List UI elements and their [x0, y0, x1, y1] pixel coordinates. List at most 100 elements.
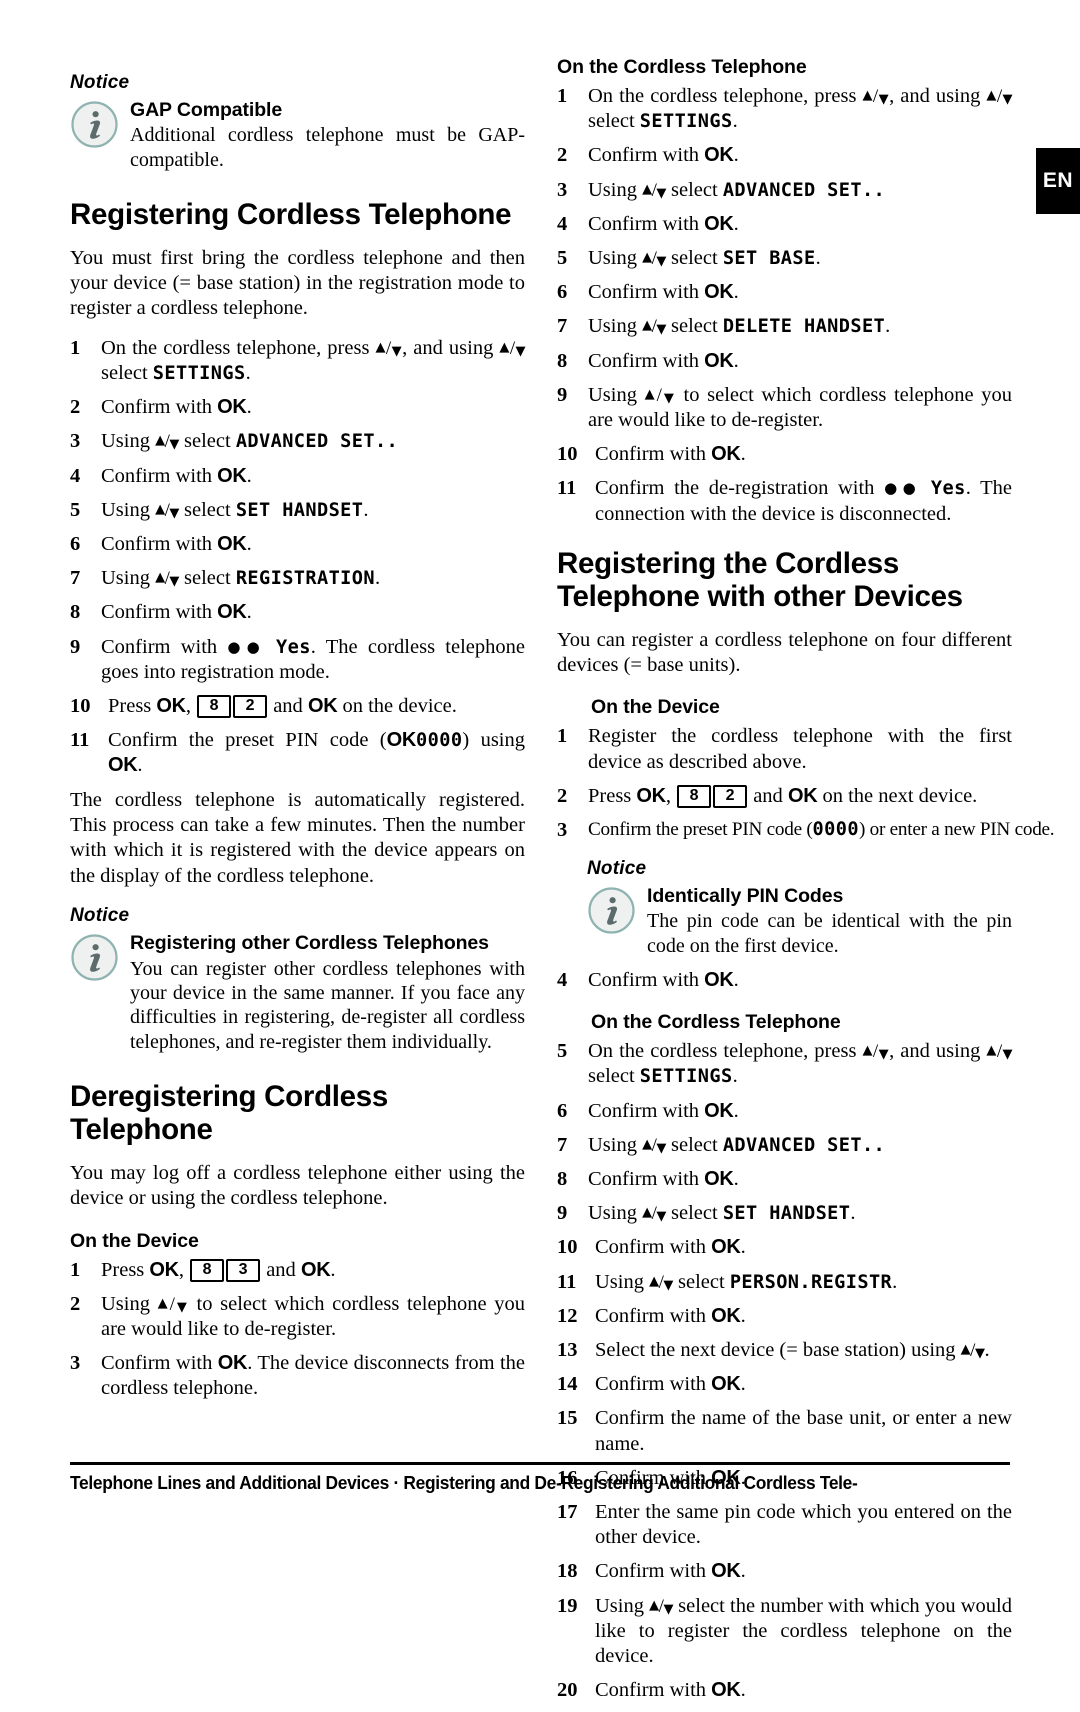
step-text: Confirm the preset PIN code (0000) or en…	[588, 818, 1055, 840]
step-item: 3 Using ▲/▼ select ADVANCED SET..	[70, 429, 525, 454]
step-item: 4 Confirm with OK.	[70, 464, 525, 489]
step-number: 7	[557, 315, 568, 338]
step-text: Confirm with OK.	[101, 464, 252, 487]
arrow-up-down-icon: ▲/▼	[155, 568, 179, 590]
step-item: 1 On the cordless telephone, press ▲/▼, a…	[70, 336, 526, 386]
step-text: Confirm with OK.	[595, 1304, 746, 1327]
arrow-up-down-icon: ▲/▼	[862, 1041, 890, 1063]
step-item: 1 On the cordless telephone, press ▲/▼, a…	[557, 84, 1013, 134]
ok-key-label: OK	[704, 349, 734, 372]
step-item: 17 Enter the same pin code which you ente…	[557, 1500, 1012, 1550]
soft-key-dots-icon: ●●	[884, 479, 922, 498]
step-item: 10 Press OK, 82 and OK on the device.	[70, 694, 525, 719]
step-number: 3	[557, 818, 568, 841]
step-text: Using ▲/▼ to select which cordless telep…	[588, 383, 1013, 432]
step-number: 18	[557, 1560, 578, 1583]
display-menu-text: ADVANCED SET..	[722, 1134, 886, 1156]
step-number: 2	[557, 784, 568, 807]
step-text: Using ▲/▼ select ADVANCED SET..	[588, 178, 886, 201]
step-item: 5 Using ▲/▼ select SET BASE.	[557, 246, 1012, 271]
display-menu-text: ADVANCED SET..	[722, 179, 886, 201]
step-number: 1	[70, 1258, 81, 1281]
display-menu-text: PERSON.REGISTR	[729, 1271, 893, 1293]
notice-label: Notice	[587, 857, 647, 879]
step-number: 5	[557, 1040, 568, 1063]
arrow-up-down-icon: ▲/▼	[649, 1271, 673, 1293]
notice-text: Registering other Cordless Telephones Yo…	[130, 931, 525, 1054]
step-text: Confirm the de-registration with ●● Yes.…	[595, 477, 1012, 525]
arrow-up-down-icon: ▲/▼	[155, 431, 179, 453]
step-text: Confirm with ●● Yes. The cordless teleph…	[101, 635, 525, 683]
display-menu-text: SETTINGS	[639, 1066, 733, 1088]
step-number: 10	[70, 694, 91, 717]
ok-key-label: OK	[711, 1373, 741, 1396]
step-item: 7 Using ▲/▼ select DELETE HANDSET.	[557, 314, 1012, 339]
step-text: Register the cordless telephone with the…	[588, 725, 1012, 773]
step-number: 14	[557, 1373, 578, 1396]
notice-registering-other-telephones: Notice Registering other Cordless Teleph…	[70, 905, 525, 1054]
notice-text: GAP Compatible Additional cordless telep…	[130, 98, 525, 172]
ok-key-label: OK	[636, 784, 666, 807]
step-text: Confirm with OK.	[101, 396, 252, 419]
step-text: Confirm with OK.	[101, 532, 252, 555]
step-item: 9 Using ▲/▼ select SET HANDSET.	[557, 1201, 1012, 1226]
step-item: 10 Confirm with OK.	[557, 442, 1012, 467]
steps-registering: 1 On the cordless telephone, press ▲/▼, a…	[70, 336, 526, 779]
ok-key-label: OK	[704, 1099, 734, 1122]
step-item: 11 Confirm the preset PIN code (OK0000) u…	[70, 728, 525, 778]
info-icon	[587, 886, 636, 935]
step-number: 11	[70, 729, 90, 752]
page-footer: Telephone Lines and Additional Devices ·…	[70, 1462, 1010, 1494]
left-column: Notice GAP Compatible Additional cordles…	[70, 56, 526, 1411]
step-number: 2	[557, 144, 568, 167]
step-item: 3 Using ▲/▼ select ADVANCED SET..	[557, 178, 1012, 203]
step-item: 12 Confirm with OK.	[557, 1304, 1012, 1329]
notice-paragraph: The pin code can be identical with the p…	[647, 910, 1012, 957]
notice-label: Notice	[70, 72, 130, 93]
step-item: 6 Confirm with OK.	[557, 1099, 1012, 1124]
ok-key-label: OK	[217, 532, 247, 555]
step-text: Using ▲/▼ select the number with which y…	[595, 1594, 1012, 1668]
ok-key-label: OK	[711, 1304, 741, 1327]
notice-text: Identically PIN Codes The pin code can b…	[647, 884, 1012, 958]
arrow-up-down-icon: ▲/▼	[960, 1339, 985, 1361]
steps-final: 5 On the cordless telephone, press ▲/▼, a…	[557, 1039, 1013, 1703]
display-menu-text: SET BASE	[722, 248, 816, 270]
step-text: Using ▲/▼ select SET BASE.	[588, 247, 821, 270]
step-number: 6	[557, 1099, 568, 1122]
keycap-8: 8	[190, 1258, 225, 1282]
step-item: 1 Register the cordless telephone with th…	[557, 724, 1012, 774]
step-number: 13	[557, 1338, 578, 1361]
step-item: 2 Confirm with OK.	[557, 143, 1012, 168]
ok-key-label: OK	[711, 1679, 741, 1702]
arrow-up-down-icon: ▲/▼	[642, 248, 666, 270]
arrow-up-down-icon: ▲/▼	[642, 1203, 666, 1225]
keycap-2: 2	[713, 784, 748, 808]
keycap-3: 3	[226, 1258, 261, 1282]
notice-body: Registering other Cordless Telephones Yo…	[70, 931, 525, 1054]
footer-rule	[70, 1462, 1010, 1465]
heading-registering-with-other-devices: Registering the Cordless Telephone with …	[557, 546, 963, 614]
heading-registering-cordless-telephone: Registering Cordless Telephone	[70, 198, 512, 232]
keycap-8: 8	[197, 694, 232, 718]
arrow-up-down-icon: ▲/▼	[375, 337, 403, 359]
step-item: 5 Using ▲/▼ select SET HANDSET.	[70, 498, 525, 523]
subheading-on-the-device: On the Device	[70, 1229, 199, 1252]
step-text: Confirm the name of the base unit, or en…	[595, 1407, 1012, 1455]
step-item: 7 Using ▲/▼ select REGISTRATION.	[70, 566, 525, 591]
step-number: 2	[70, 1292, 81, 1315]
step-text: Confirm with OK.	[588, 212, 739, 235]
info-icon	[70, 100, 119, 149]
step-text: Confirm with OK.	[101, 601, 252, 624]
step-item: 6 Confirm with OK.	[557, 280, 1012, 305]
ok-key-label: OK	[217, 396, 247, 419]
step-number: 4	[557, 968, 568, 991]
intro-paragraph: You must first bring the cordless teleph…	[70, 246, 525, 320]
step-text: On the cordless telephone, press ▲/▼, an…	[101, 336, 526, 384]
step-text: Press OK, 83 and OK.	[101, 1258, 336, 1282]
step-number: 9	[557, 383, 568, 406]
step-text: Enter the same pin code which you entere…	[595, 1501, 1012, 1549]
display-menu-text: DELETE HANDSET	[722, 316, 886, 338]
notice-paragraph: Additional cordless telephone must be GA…	[130, 124, 525, 171]
language-tab-en: EN	[1036, 148, 1080, 214]
